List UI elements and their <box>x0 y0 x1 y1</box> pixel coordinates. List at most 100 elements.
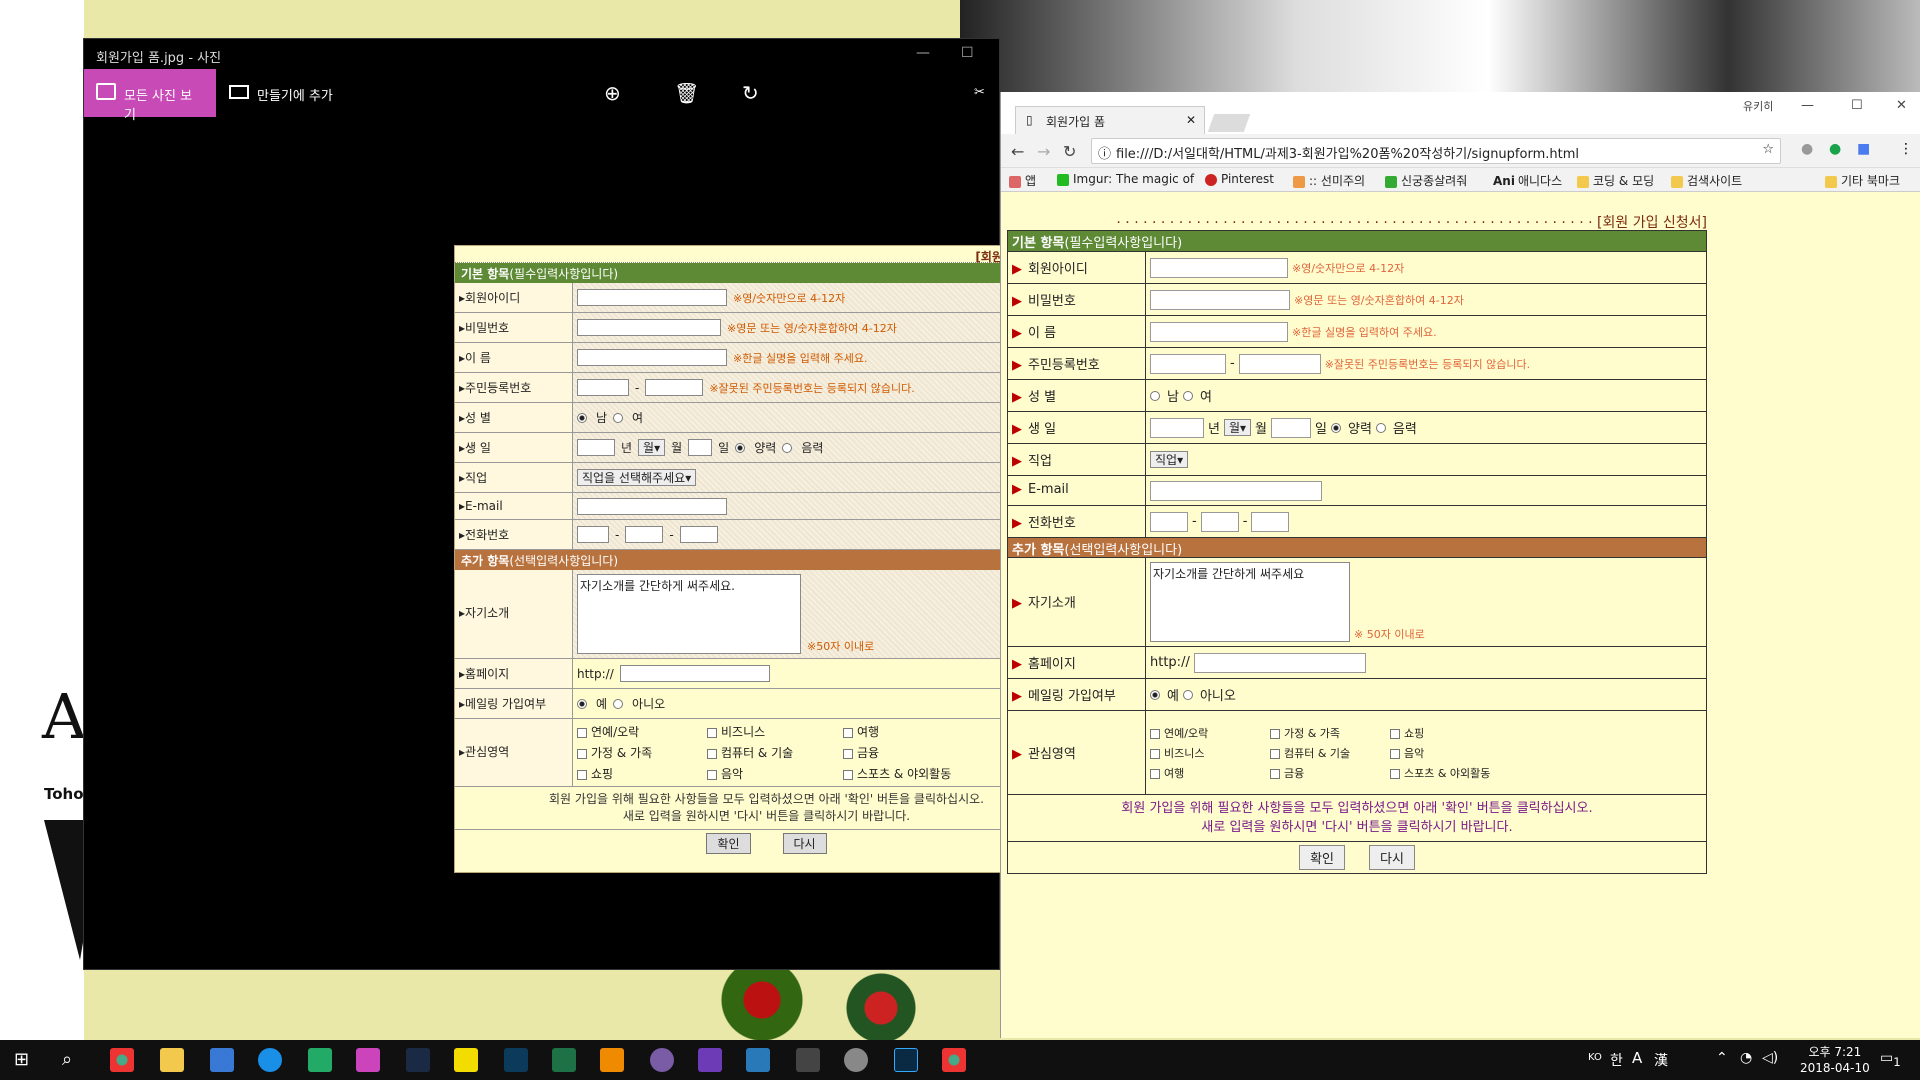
solar-radio[interactable] <box>735 442 746 453</box>
phone-input-1[interactable] <box>1150 511 1188 532</box>
male-radio[interactable] <box>1150 390 1160 401</box>
maximize-button[interactable]: ☐ <box>961 45 974 61</box>
checkbox[interactable] <box>1270 728 1280 739</box>
ok-button[interactable]: 확인 <box>706 833 751 854</box>
phone-input-2[interactable] <box>1200 511 1239 532</box>
notification-icon[interactable]: ▭1 <box>1880 1050 1901 1069</box>
rrn-input-1[interactable] <box>577 379 629 396</box>
job-select[interactable]: 직업 ▾ <box>1150 451 1189 468</box>
reset-button[interactable]: 다시 <box>1369 845 1415 870</box>
visual-studio-icon[interactable] <box>698 1048 722 1072</box>
phone-input-2[interactable] <box>625 526 664 543</box>
app-icon[interactable] <box>844 1048 868 1072</box>
notepad-icon[interactable] <box>746 1048 770 1072</box>
mailing-no-radio[interactable] <box>1182 689 1193 700</box>
rrn-input-2[interactable] <box>645 379 704 396</box>
edit-create-button[interactable]: ✂ <box>974 85 999 100</box>
interest-item[interactable]: 금융 <box>843 744 973 761</box>
checkbox[interactable] <box>1150 728 1160 739</box>
volume-icon[interactable]: ◁) <box>1762 1050 1778 1066</box>
ok-button[interactable]: 확인 <box>1299 845 1345 870</box>
solar-radio[interactable] <box>1330 422 1341 433</box>
email-input[interactable] <box>577 497 727 515</box>
checkbox[interactable] <box>577 727 587 738</box>
interest-item[interactable]: 비즈니스 <box>1150 745 1270 761</box>
interest-item[interactable]: 컴퓨터 & 기술 <box>707 744 843 761</box>
add-to-creation-button[interactable]: 만들기에 추가 <box>229 85 333 104</box>
checkbox[interactable] <box>707 769 717 780</box>
interest-item[interactable]: 연예/오락 <box>1150 725 1270 741</box>
id-input[interactable] <box>1150 257 1288 278</box>
reload-icon[interactable]: ↻ <box>1063 142 1076 161</box>
interest-item[interactable]: 가정 & 가족 <box>577 744 707 761</box>
bookmark-pinterest[interactable]: Pinterest <box>1205 172 1274 186</box>
interest-item[interactable]: 비즈니스 <box>707 723 843 740</box>
email-input[interactable] <box>1150 480 1322 501</box>
interest-item[interactable]: 여행 <box>1150 765 1270 781</box>
checkbox[interactable] <box>1390 768 1400 779</box>
photos-icon[interactable] <box>796 1048 820 1072</box>
lunar-radio[interactable] <box>782 442 793 453</box>
sublime-icon[interactable] <box>600 1048 624 1072</box>
year-input[interactable] <box>1150 417 1204 438</box>
battlenet-icon[interactable] <box>504 1048 528 1072</box>
rrn-input-1[interactable] <box>1150 353 1226 374</box>
interest-item[interactable]: 여행 <box>843 723 973 740</box>
address-bar[interactable]: ⓘ file:///D:/서일대학/HTML/과제3-회원가입%20폼%20작성하… <box>1091 138 1781 164</box>
interest-item[interactable]: 음악 <box>1390 745 1510 761</box>
interest-item[interactable]: 가정 & 가족 <box>1270 725 1390 741</box>
clock[interactable]: 오후 7:21 2018-04-10 <box>1800 1044 1870 1076</box>
month-select[interactable]: 월 ▾ <box>638 439 666 456</box>
ime-a[interactable]: A <box>1632 1049 1642 1067</box>
file-explorer-icon[interactable] <box>160 1048 184 1072</box>
checkbox[interactable] <box>1270 748 1280 759</box>
maximize-button[interactable]: ☐ <box>1851 98 1863 113</box>
name-input[interactable] <box>1150 321 1288 342</box>
interest-item[interactable]: 쇼핑 <box>1390 725 1510 741</box>
homepage-input[interactable] <box>619 665 770 682</box>
interest-item[interactable]: 스포츠 & 야외활동 <box>1390 765 1510 781</box>
extension-icon[interactable]: ● <box>1801 141 1813 157</box>
excel-icon[interactable] <box>552 1048 576 1072</box>
bookmark-anidas[interactable]: Ani 애니다스 <box>1493 172 1562 189</box>
menu-icon[interactable]: ⋮ <box>1899 141 1913 157</box>
phone-input-3[interactable] <box>679 526 718 543</box>
mailing-yes-radio[interactable] <box>577 698 587 709</box>
rotate-icon[interactable]: ↻ <box>742 81 759 105</box>
search-icon[interactable]: ⌕ <box>62 1049 72 1070</box>
rrn-input-2[interactable] <box>1238 353 1321 374</box>
bookmark-game[interactable]: 신궁종살려줘 <box>1385 172 1467 189</box>
name-input[interactable] <box>577 349 727 366</box>
lunar-radio[interactable] <box>1375 422 1386 433</box>
intro-textarea[interactable]: 자기소개를 간단하게 써주세요. <box>577 574 801 654</box>
reset-button[interactable]: 다시 <box>782 833 827 854</box>
female-radio[interactable] <box>1182 390 1193 401</box>
game-icon[interactable] <box>356 1048 380 1072</box>
back-icon[interactable]: ← <box>1011 142 1024 161</box>
checkbox[interactable] <box>843 769 853 780</box>
minimize-button[interactable]: — <box>916 45 930 61</box>
bg-icon[interactable] <box>308 1048 332 1072</box>
kakaotalk-icon[interactable] <box>454 1048 478 1072</box>
photoshop-icon[interactable] <box>894 1048 918 1072</box>
pw-input[interactable] <box>1150 289 1290 310</box>
forward-icon[interactable]: → <box>1037 142 1050 161</box>
network-icon[interactable]: ◔ <box>1740 1050 1752 1066</box>
bookmark-sunmi[interactable]: :: 선미주의 <box>1293 172 1365 189</box>
translate-icon[interactable]: ■ <box>1857 141 1870 157</box>
interest-item[interactable]: 연예/오락 <box>577 723 707 740</box>
id-input[interactable] <box>577 289 727 306</box>
checkbox[interactable] <box>843 727 853 738</box>
zoom-icon[interactable]: ⊕ <box>604 81 621 105</box>
interest-item[interactable]: 금융 <box>1270 765 1390 781</box>
homepage-input[interactable] <box>1193 652 1366 673</box>
steam-icon[interactable] <box>406 1048 430 1072</box>
mailing-no-radio[interactable] <box>613 698 624 709</box>
checkbox[interactable] <box>707 748 717 759</box>
checkbox[interactable] <box>577 748 587 759</box>
all-photos-button[interactable]: 모든 사진 보기 <box>84 69 216 123</box>
ime-han[interactable]: 한 <box>1610 1050 1623 1070</box>
close-tab-icon[interactable]: ✕ <box>1186 113 1196 127</box>
chevron-up-icon[interactable]: ⌃ <box>1716 1050 1728 1066</box>
day-input[interactable] <box>1271 417 1312 438</box>
